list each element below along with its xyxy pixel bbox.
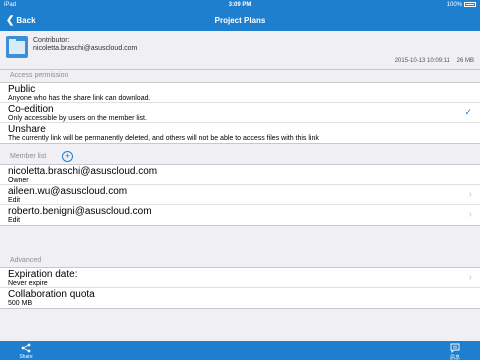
- access-option-co-edition[interactable]: Co-edition Only accessible by users on t…: [0, 103, 480, 123]
- member-row[interactable]: aileen.wu@asuscloud.com Edit ›: [0, 185, 480, 205]
- setting-value: Never expire: [8, 280, 48, 287]
- share-button[interactable]: Share: [16, 343, 36, 360]
- share-icon: [21, 343, 31, 353]
- member-list: nicoletta.braschi@asuscloud.com Owner ai…: [0, 164, 480, 226]
- access-option-public[interactable]: Public Anyone who has the share link can…: [0, 83, 480, 103]
- battery-percent: 100%: [446, 2, 462, 8]
- option-title: Unshare: [8, 124, 46, 135]
- setting-title: Collaboration quota: [8, 289, 95, 300]
- member-row[interactable]: roberto.benigni@asuscloud.com Edit ›: [0, 205, 480, 225]
- share-label: Share: [19, 354, 33, 360]
- battery-indicator: 100%: [447, 2, 476, 8]
- comment-label: 訊息: [449, 355, 460, 360]
- option-title: Public: [8, 84, 36, 95]
- setting-value: 500 MB: [8, 300, 33, 307]
- battery-icon: [464, 2, 476, 7]
- plus-icon: +: [64, 151, 71, 161]
- member-row[interactable]: nicoletta.braschi@asuscloud.com Owner: [0, 165, 480, 185]
- member-email: nicoletta.braschi@asuscloud.com: [8, 166, 158, 177]
- comment-icon: [450, 343, 460, 353]
- setting-title: Expiration date:: [8, 269, 78, 280]
- clock: 3:09 PM: [228, 2, 252, 8]
- option-description: The currently link will be permanently d…: [8, 135, 319, 142]
- file-modified: 2015-10-13 10:09:11: [394, 58, 450, 64]
- contributor-email: nicoletta.braschi@asuscloud.com: [33, 45, 138, 52]
- file-size: 26 MB: [456, 58, 474, 64]
- access-permission-header: Access permission: [10, 72, 69, 79]
- option-description: Anyone who has the share link can downlo…: [8, 95, 151, 102]
- advanced-header: Advanced: [10, 257, 42, 264]
- member-role: Owner: [8, 177, 29, 184]
- member-email: roberto.benigni@asuscloud.com: [8, 206, 152, 217]
- add-member-button[interactable]: +: [62, 151, 73, 162]
- chevron-right-icon: ›: [468, 189, 472, 200]
- option-description: Only accessible by users on the member l…: [8, 115, 147, 122]
- bottom-toolbar: Share 訊息: [0, 341, 480, 360]
- advanced-list: Expiration date: Never expire › Collabor…: [0, 267, 480, 309]
- page-title: Project Plans: [214, 16, 266, 25]
- collaboration-quota-row[interactable]: Collaboration quota 500 MB: [0, 288, 480, 308]
- member-role: Edit: [8, 197, 21, 204]
- navigation-bar: ❮ Back Project Plans: [0, 10, 480, 31]
- member-role: Edit: [8, 217, 21, 224]
- checkmark-icon: ✓: [464, 107, 472, 117]
- option-title: Co-edition: [8, 104, 54, 115]
- file-info-card: Contributor: nicoletta.braschi@asuscloud…: [0, 31, 480, 70]
- chevron-right-icon: ›: [468, 272, 472, 283]
- comment-button[interactable]: 訊息: [444, 343, 466, 360]
- status-bar: iPad 3:09 PM 100%: [0, 0, 480, 10]
- file-meta: 2015-10-13 10:09:11 26 MB: [395, 58, 474, 64]
- expiration-date-row[interactable]: Expiration date: Never expire ›: [0, 268, 480, 288]
- access-option-unshare[interactable]: Unshare The currently link will be perma…: [0, 123, 480, 143]
- member-list-header: Member list: [10, 153, 47, 160]
- contributor-label: Contributor:: [33, 37, 70, 44]
- access-permission-list: Public Anyone who has the share link can…: [0, 82, 480, 144]
- folder-icon: [6, 36, 28, 58]
- chevron-right-icon: ›: [468, 209, 472, 220]
- member-email: aileen.wu@asuscloud.com: [8, 186, 128, 197]
